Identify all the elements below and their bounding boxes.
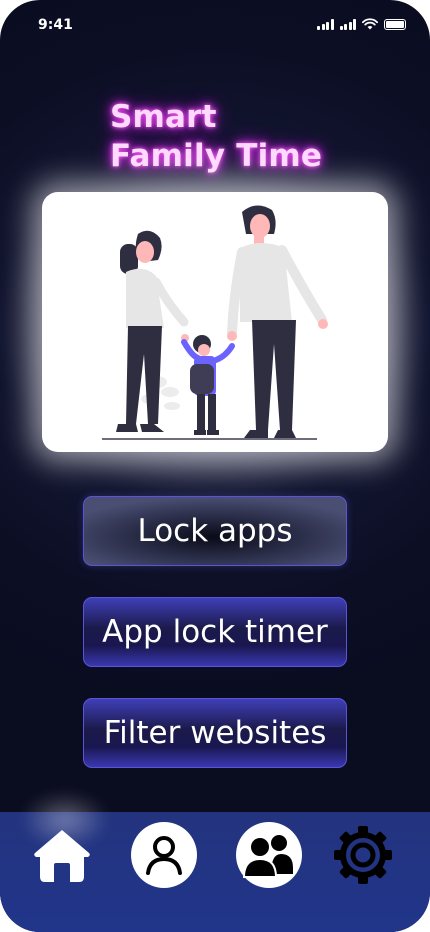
status-bar: 9:41: [0, 0, 430, 50]
lock-apps-button[interactable]: Lock apps: [83, 496, 347, 566]
nav-home[interactable]: [29, 822, 95, 888]
phone-screen: 9:41 Smart Family Time Lock apps App loc…: [0, 0, 430, 932]
gear-icon: [334, 826, 392, 884]
battery-icon: [384, 18, 406, 30]
home-icon: [34, 830, 90, 882]
nav-settings[interactable]: [330, 822, 396, 888]
status-icons: [317, 18, 406, 30]
family-illustration: [102, 205, 328, 440]
wifi-icon: [362, 18, 378, 30]
signal-bars-icon: [339, 18, 356, 30]
user-icon: [146, 836, 182, 875]
app-title-line1: Smart: [110, 99, 217, 135]
cellular-signal-icon: [317, 18, 334, 30]
app-lock-timer-button[interactable]: App lock timer: [83, 597, 347, 667]
nav-family[interactable]: [236, 822, 302, 888]
family-group-icon: [243, 835, 293, 878]
family-illustration-card: [42, 192, 388, 452]
filter-websites-button[interactable]: Filter websites: [83, 698, 347, 768]
status-time: 9:41: [38, 17, 73, 33]
nav-profile[interactable]: [131, 822, 197, 888]
